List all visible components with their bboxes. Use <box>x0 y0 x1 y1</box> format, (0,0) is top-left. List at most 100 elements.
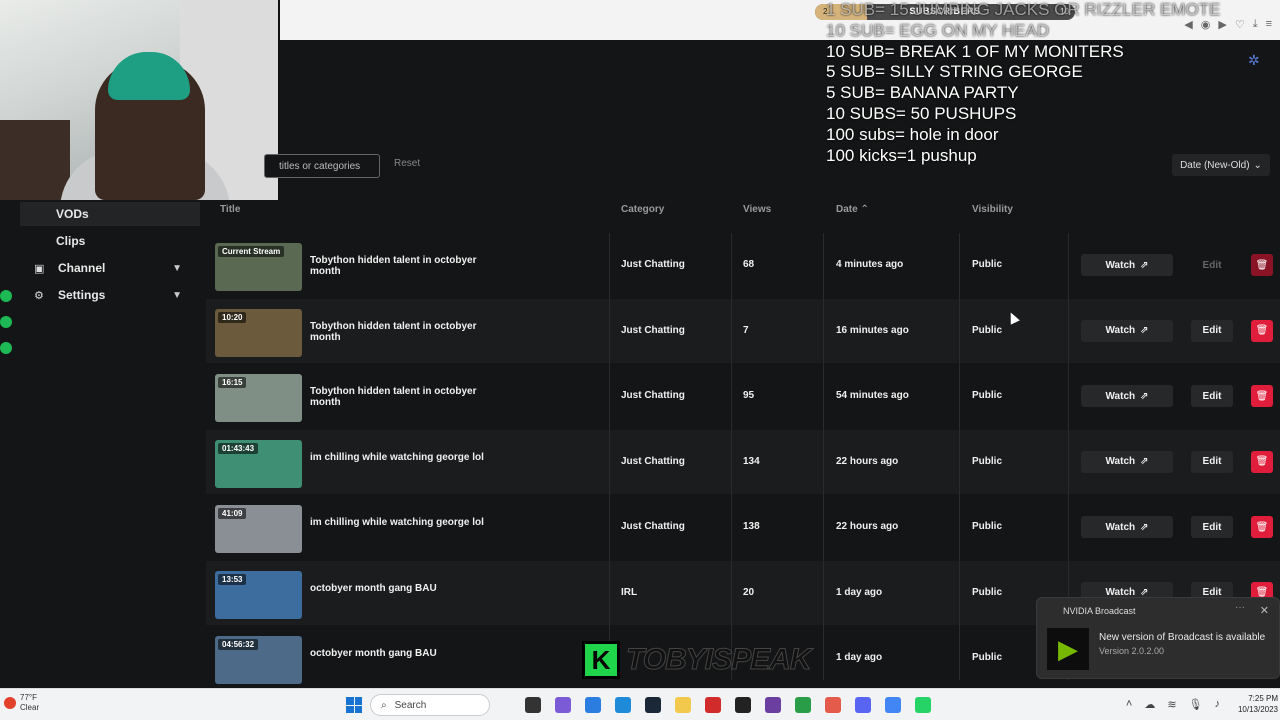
weather-widget[interactable]: 77°F Clear <box>4 693 39 713</box>
edge-icon[interactable] <box>615 697 631 713</box>
app-icon[interactable] <box>765 697 781 713</box>
watch-button-label: Watch <box>1105 456 1136 467</box>
table-row[interactable]: 16:15 Tobython hidden talent in octobyer … <box>206 364 1280 428</box>
taskbar: 77°F Clear ⌕ Search ˄ ☁ ≋ 🎙 ♪ 7:25 PM 10… <box>0 688 1280 720</box>
chevron-up-icon[interactable]: ˄ <box>1126 698 1132 711</box>
trash-icon: 🗑 <box>1255 325 1269 336</box>
weather-temp: 77°F <box>20 693 37 702</box>
column-header-views[interactable]: Views <box>743 204 771 215</box>
chevron-down-icon: ▼ <box>172 289 182 301</box>
vod-category: Just Chatting <box>621 455 685 467</box>
kick-logo-icon: K <box>582 641 620 679</box>
vod-title: Tobython hidden talent in octobyer month <box>310 320 477 343</box>
vod-category: Just Chatting <box>621 521 685 532</box>
trash-icon: 🗑 <box>1255 456 1269 467</box>
search-placeholder: titles or categories <box>279 160 361 172</box>
column-header-visibility[interactable]: Visibility <box>972 204 1013 215</box>
more-options-icon[interactable]: ··· <box>1235 602 1245 613</box>
edit-button[interactable]: Edit <box>1191 516 1233 538</box>
discord-icon[interactable] <box>855 697 871 713</box>
column-header-date-label: Date <box>836 204 858 215</box>
table-row[interactable]: Current Stream Tobython hidden talent in … <box>206 233 1280 297</box>
vod-title: octobyer month gang BAU <box>310 648 437 659</box>
windows-start-icon[interactable] <box>346 697 362 713</box>
chrome-icon[interactable] <box>885 697 901 713</box>
extension-icon[interactable]: ✲ <box>1248 52 1264 68</box>
sidebar-item-settings[interactable]: ⚙ Settings ▼ <box>20 283 200 307</box>
sidebar-item-vods[interactable]: VODs <box>20 202 200 226</box>
column-header-title[interactable]: Title <box>220 204 240 215</box>
epic-games-icon[interactable] <box>735 697 751 713</box>
watch-button-label: Watch <box>1105 521 1136 533</box>
close-icon[interactable]: ✕ <box>1260 604 1269 617</box>
vod-views: 7 <box>743 324 749 336</box>
delete-button[interactable]: 🗑 <box>1251 254 1273 276</box>
notification-message: New version of Broadcast is available <box>1099 632 1266 643</box>
chevron-down-icon: ⌄ <box>1253 159 1262 171</box>
speaker-icon[interactable]: ♪ <box>1215 698 1221 711</box>
wifi-icon[interactable]: ≋ <box>1167 698 1176 711</box>
microphone-icon[interactable]: 🎙 <box>1189 698 1203 711</box>
table-row[interactable]: 41:09 im chilling while watching george l… <box>206 495 1280 559</box>
notification-version: Version 2.0.2.00 <box>1099 646 1165 656</box>
sub-goal-line: 10 SUBS= 50 PUSHUPS <box>826 103 1017 123</box>
table-row[interactable]: 01:43:43 im chilling while watching georg… <box>206 429 1280 494</box>
gear-icon: ⚙ <box>34 289 44 302</box>
store-icon[interactable] <box>585 697 601 713</box>
sidebar-item-clips[interactable]: Clips <box>20 229 200 253</box>
vod-date: 1 day ago <box>836 652 883 663</box>
vod-thumbnail[interactable]: 01:43:43 <box>215 439 302 488</box>
external-link-icon: ⇗ <box>1140 521 1149 533</box>
column-divider <box>823 233 824 680</box>
edit-button[interactable]: Edit <box>1191 385 1233 407</box>
vod-thumbnail[interactable]: 16:15 <box>215 374 302 422</box>
reset-button[interactable]: Reset <box>394 158 420 169</box>
sidebar-item-channel[interactable]: ▣ Channel ▼ <box>20 256 200 280</box>
edit-button[interactable]: Edit <box>1191 319 1233 342</box>
search-input[interactable]: titles or categories <box>264 154 380 178</box>
column-header-date[interactable]: Date ⌃ <box>836 204 869 215</box>
column-header-category[interactable]: Category <box>621 204 664 215</box>
dock-app-icon[interactable] <box>0 316 12 328</box>
opera-icon[interactable] <box>705 697 721 713</box>
column-divider <box>609 233 610 680</box>
delete-button[interactable]: 🗑 <box>1251 319 1273 342</box>
maps-icon[interactable] <box>825 697 841 713</box>
table-row[interactable]: 10:20 Tobython hidden talent in octobyer … <box>206 298 1280 363</box>
copilot-icon[interactable] <box>555 697 571 713</box>
delete-button[interactable]: 🗑 <box>1251 385 1273 407</box>
task-view-icon[interactable] <box>525 697 541 713</box>
watch-button[interactable]: Watch ⇗ <box>1081 450 1173 473</box>
watch-button[interactable]: Watch ⇗ <box>1081 319 1173 342</box>
spotify-icon[interactable] <box>0 342 12 354</box>
sub-goal-line: 10 SUB= EGG ON MY HEAD <box>826 20 1050 40</box>
taskbar-search[interactable]: ⌕ Search <box>370 694 490 716</box>
vod-thumbnail[interactable]: 04:56:32 <box>215 636 302 684</box>
file-explorer-icon[interactable] <box>675 697 691 713</box>
watch-button[interactable]: Watch ⇗ <box>1081 516 1173 538</box>
watch-button[interactable]: Watch ⇗ <box>1081 254 1173 276</box>
vod-thumbnail[interactable]: 10:20 <box>215 308 302 357</box>
vod-category: Just Chatting <box>621 390 685 401</box>
sort-dropdown[interactable]: Date (New-Old) ⌄ <box>1172 154 1270 176</box>
stream-logo: K TOBYISPEAK <box>582 640 812 680</box>
delete-button[interactable]: 🗑 <box>1251 516 1273 538</box>
edit-button[interactable]: Edit <box>1191 254 1233 276</box>
app-icon[interactable] <box>795 697 811 713</box>
nvidia-notification[interactable]: NVIDIA Broadcast ··· ✕ ▶ New version of … <box>1036 597 1280 679</box>
vod-thumbnail[interactable]: 41:09 <box>215 505 302 553</box>
dock-app-icon[interactable] <box>0 290 12 302</box>
vod-duration: 16:15 <box>218 377 247 388</box>
column-divider <box>959 233 960 680</box>
steam-icon[interactable] <box>645 697 661 713</box>
watch-button[interactable]: Watch ⇗ <box>1081 385 1173 407</box>
cloud-icon[interactable]: ☁ <box>1144 698 1155 711</box>
left-dock <box>0 290 14 368</box>
delete-button[interactable]: 🗑 <box>1251 450 1273 473</box>
whatsapp-icon[interactable] <box>915 697 931 713</box>
trash-icon: 🗑 <box>1255 521 1269 533</box>
vod-thumbnail[interactable]: Current Stream <box>215 243 302 291</box>
taskbar-clock[interactable]: 7:25 PM 10/13/2023 <box>1238 693 1278 715</box>
vod-thumbnail[interactable]: 13:53 <box>215 570 302 619</box>
edit-button[interactable]: Edit <box>1191 450 1233 473</box>
